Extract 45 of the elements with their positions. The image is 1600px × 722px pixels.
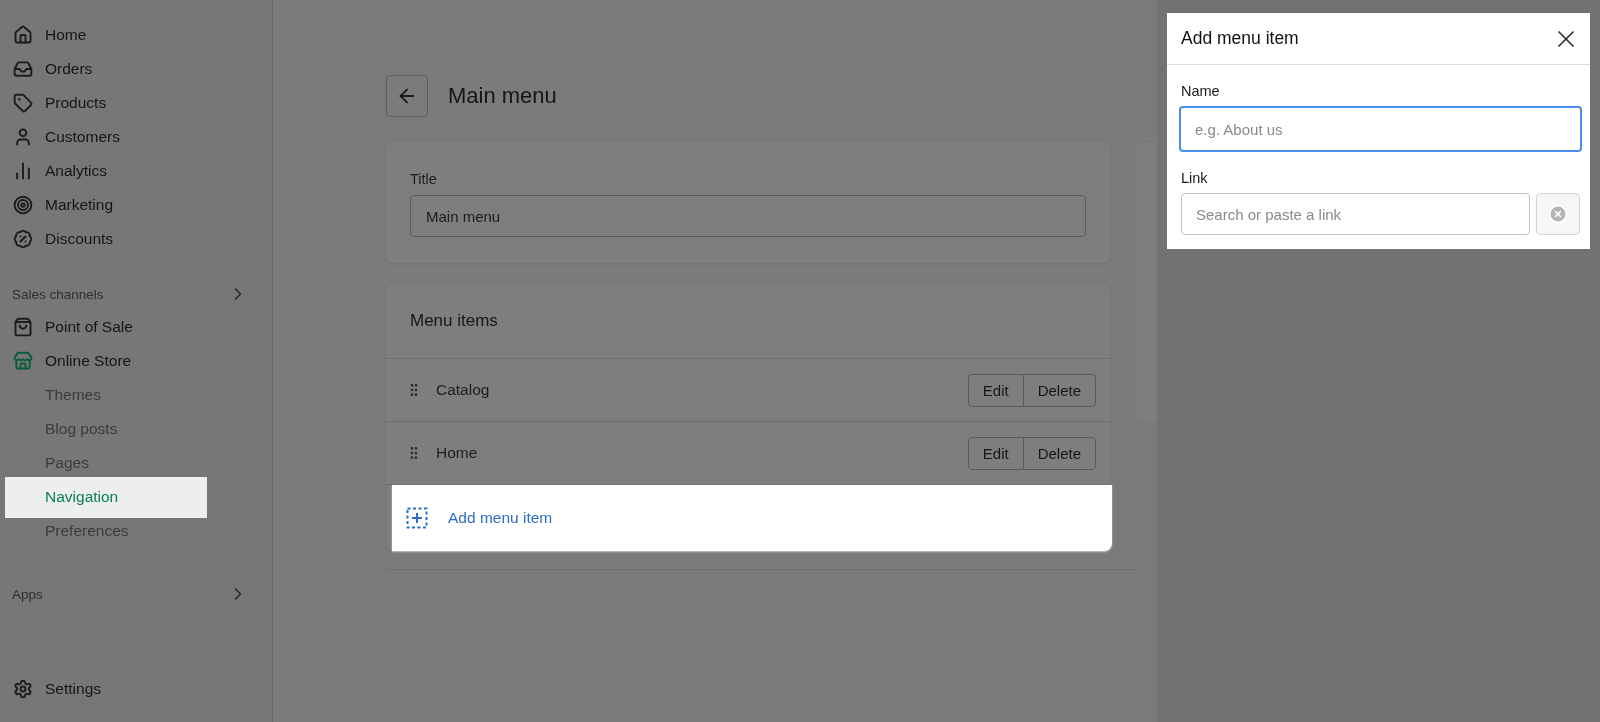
nav-item[interactable]: Marketing	[0, 188, 272, 222]
dashed-plus-square-icon	[406, 507, 428, 529]
inbox-icon	[13, 59, 33, 79]
shopping-bag-icon	[13, 317, 33, 337]
action-button[interactable]: Edit	[967, 436, 1024, 470]
nav-item[interactable]: Online Store	[0, 344, 272, 378]
field-label: Link	[1181, 170, 1209, 186]
dialog-title: Add menu item	[1181, 28, 1299, 49]
field-label: Name	[1181, 83, 1221, 99]
action-button[interactable]: Delete	[1022, 436, 1096, 470]
page-title: Main menu	[448, 83, 557, 109]
tag-icon	[13, 93, 33, 113]
menu-item-label: Catalog	[436, 381, 491, 399]
nav-item[interactable]: Point of Sale	[0, 310, 272, 344]
nav-item[interactable]: Settings	[0, 672, 272, 706]
action-button[interactable]: Delete	[1022, 373, 1096, 407]
bar-chart-icon	[13, 161, 33, 181]
link-input[interactable]: Search or paste a link	[1181, 193, 1530, 235]
house-icon	[13, 25, 33, 45]
clear-button[interactable]	[1536, 193, 1580, 235]
person-icon	[13, 127, 33, 147]
nav-item[interactable]: Customers	[0, 120, 272, 154]
percent-badge-icon	[13, 229, 33, 249]
target-icon	[13, 195, 33, 215]
action-button[interactable]: Edit	[967, 373, 1024, 407]
section-heading: Apps	[12, 586, 43, 602]
nav-item[interactable]: Analytics	[0, 154, 272, 188]
title-input[interactable]: Main menu	[410, 195, 1086, 237]
name-input[interactable]: e.g. About us	[1179, 106, 1582, 152]
section-heading: Sales channels	[12, 286, 104, 302]
nav-item[interactable]: Discounts	[0, 222, 272, 256]
nav-item[interactable]: Home	[0, 18, 272, 52]
store-icon	[13, 351, 33, 371]
nav-item[interactable]: Orders	[0, 52, 272, 86]
card-heading: Menu items	[386, 283, 1110, 359]
clear-icon	[1548, 204, 1568, 224]
menu-item-label: Home	[436, 444, 479, 462]
nav-subitem[interactable]: Navigation	[5, 476, 207, 518]
nav-subitem[interactable]: Blog posts	[5, 412, 272, 446]
settings-icon	[13, 679, 33, 699]
add-menu-item-link[interactable]: Add menu item	[448, 509, 553, 527]
field-label: Title	[410, 171, 438, 187]
back-button[interactable]	[386, 75, 428, 117]
nav-subitem[interactable]: Themes	[5, 378, 272, 412]
nav-item[interactable]: Products	[0, 86, 272, 120]
